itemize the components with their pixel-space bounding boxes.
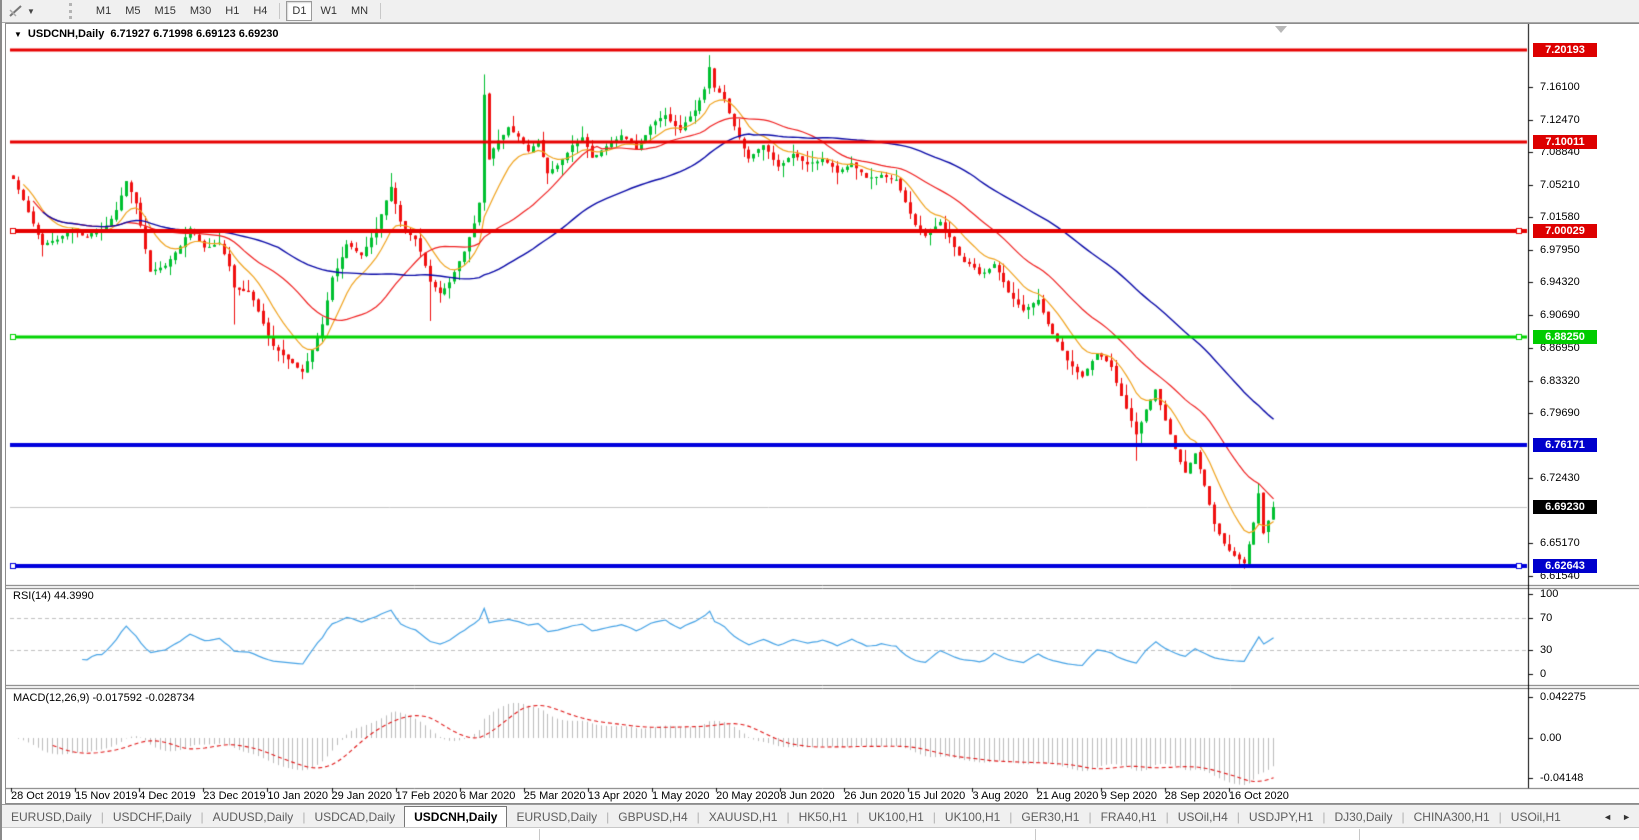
chart-tab-usdcnh-daily[interactable]: USDCNH,Daily: [404, 806, 507, 828]
chart-tab-audusd-daily[interactable]: AUDUSD,Daily: [204, 805, 303, 828]
timeframe-button-mn[interactable]: MN: [345, 1, 374, 21]
macd-label: MACD(12,26,9) -0.017592 -0.028734: [13, 692, 195, 704]
scroll-indicator-icon: [1275, 26, 1287, 33]
price-badge-7-10011: 7.10011: [1533, 135, 1597, 149]
current-price-badge: 6.69230: [1533, 500, 1597, 514]
tab-scroll-left-icon[interactable]: ◄: [1603, 812, 1612, 822]
timeframe-button-m1[interactable]: M1: [90, 1, 117, 21]
chart-symbol: USDCNH,Daily: [28, 28, 104, 40]
chart-tab-usoil-h1[interactable]: USOil,H1: [1502, 805, 1570, 828]
line-studies-icon: [8, 4, 24, 18]
date-axis-label: 8 Jun 2020: [780, 790, 834, 802]
timeframe-button-h4[interactable]: H4: [247, 1, 273, 21]
chart-tab-eurusd-daily[interactable]: EURUSD,Daily: [2, 805, 101, 828]
mt4-window: ▼ M1M5M15M30H1H4 D1W1MN ▼ USDCNH,Daily 6.…: [0, 0, 1639, 840]
status-divider: [1359, 829, 1360, 840]
date-axis-label: 28 Sep 2020: [1165, 790, 1227, 802]
timeframe-buttons: M1M5M15M30H1H4 D1W1MN: [89, 1, 386, 21]
date-axis-label: 16 Oct 2020: [1229, 790, 1289, 802]
chart-tab-eurusd-daily[interactable]: EURUSD,Daily: [507, 805, 606, 828]
status-divider: [539, 829, 540, 840]
chart-tab-ger30-h1[interactable]: GER30,H1: [1012, 805, 1088, 828]
toolbar-grip: [69, 3, 75, 19]
chart-tab-hk50-h1[interactable]: HK50,H1: [790, 805, 857, 828]
timeframe-button-d1[interactable]: D1: [286, 1, 312, 21]
chart-tab-usoil-h4[interactable]: USOil,H4: [1169, 805, 1237, 828]
timeframe-toolbar: ▼ M1M5M15M30H1H4 D1W1MN: [2, 0, 1639, 23]
toolbar-separator: [380, 3, 381, 19]
date-axis-label: 21 Aug 2020: [1037, 790, 1099, 802]
toolbar-separator: [279, 3, 280, 19]
date-axis-label: 15 Nov 2019: [75, 790, 137, 802]
date-axis-label: 28 Oct 2019: [11, 790, 71, 802]
tab-scroll-right-icon[interactable]: ►: [1622, 812, 1631, 822]
macd-axis-tick: -0.04148: [1540, 772, 1583, 784]
price-chart-canvas[interactable]: [6, 24, 1639, 803]
chart-tab-usdcad-daily[interactable]: USDCAD,Daily: [305, 805, 404, 828]
chart-tab-usdjpy-h1[interactable]: USDJPY,H1: [1240, 805, 1322, 828]
date-axis-label: 17 Feb 2020: [396, 790, 458, 802]
date-axis-label: 23 Dec 2019: [203, 790, 265, 802]
status-divider: [1035, 829, 1036, 840]
date-axis-label: 13 Apr 2020: [588, 790, 647, 802]
rsi-axis-tick: 100: [1540, 588, 1558, 600]
timeframe-button-m15[interactable]: M15: [148, 1, 181, 21]
chart-tab-xauusd-h1[interactable]: XAUUSD,H1: [700, 805, 787, 828]
line-studies-button[interactable]: ▼: [2, 0, 41, 22]
date-axis-label: 3 Aug 2020: [973, 790, 1029, 802]
timeframe-button-h1[interactable]: H1: [219, 1, 245, 21]
timeframe-button-m5[interactable]: M5: [119, 1, 146, 21]
price-badge-6-76171: 6.76171: [1533, 438, 1597, 452]
chart-quotes: 6.71927 6.71998 6.69123 6.69230: [110, 28, 278, 40]
date-axis-label: 26 Jun 2020: [844, 790, 905, 802]
date-axis-label: 9 Sep 2020: [1101, 790, 1157, 802]
macd-axis-tick: 0.042275: [1540, 691, 1586, 703]
chart-window: ▼ USDCNH,Daily 6.71927 6.71998 6.69123 6…: [5, 23, 1639, 804]
date-axis-label: 29 Jan 2020: [332, 790, 393, 802]
price-axis-tick: 6.97950: [1540, 244, 1580, 256]
chart-tab-uk100-h1[interactable]: UK100,H1: [936, 805, 1009, 828]
date-axis-label: 25 Mar 2020: [524, 790, 586, 802]
chart-tab-dj30-daily[interactable]: DJ30,Daily: [1325, 805, 1401, 828]
rsi-axis-tick: 0: [1540, 668, 1546, 680]
status-bar: [2, 827, 1639, 840]
price-axis-tick: 6.83320: [1540, 375, 1580, 387]
price-axis-tick: 6.79690: [1540, 407, 1580, 419]
tab-scroll-arrows: ◄►: [1593, 805, 1639, 828]
price-axis-tick: 6.94320: [1540, 276, 1580, 288]
chart-tab-bar: EURUSD,Daily|USDCHF,Daily|AUDUSD,Daily|U…: [2, 804, 1639, 828]
price-axis-tick: 7.16100: [1540, 81, 1580, 93]
chart-tab-fra40-h1[interactable]: FRA40,H1: [1092, 805, 1166, 828]
price-axis-tick: 6.72430: [1540, 472, 1580, 484]
price-axis-tick: 7.05210: [1540, 179, 1580, 191]
symbol-caret-icon[interactable]: ▼: [14, 30, 22, 39]
macd-axis-tick: 0.00: [1540, 732, 1561, 744]
price-axis-tick: 6.86950: [1540, 342, 1580, 354]
date-axis-label: 20 May 2020: [716, 790, 780, 802]
timeframe-button-w1[interactable]: W1: [314, 1, 343, 21]
chevron-down-icon[interactable]: ▼: [27, 7, 35, 16]
date-axis-label: 15 Jul 2020: [908, 790, 965, 802]
rsi-axis-tick: 70: [1540, 612, 1552, 624]
chart-tab-usdchf-daily[interactable]: USDCHF,Daily: [104, 805, 201, 828]
price-badge-6-62643: 6.62643: [1533, 559, 1597, 573]
chart-title: ▼ USDCNH,Daily 6.71927 6.71998 6.69123 6…: [14, 28, 279, 40]
price-axis-tick: 6.65170: [1540, 537, 1580, 549]
date-axis-label: 6 Mar 2020: [460, 790, 516, 802]
price-axis-tick: 6.90690: [1540, 309, 1580, 321]
date-axis-label: 10 Jan 2020: [267, 790, 328, 802]
price-badge-7-00029: 7.00029: [1533, 224, 1597, 238]
price-badge-6-88250: 6.88250: [1533, 330, 1597, 344]
chart-tab-uk100-h1[interactable]: UK100,H1: [859, 805, 932, 828]
rsi-label: RSI(14) 44.3990: [13, 590, 94, 602]
chart-tab-gbpusd-h4[interactable]: GBPUSD,H4: [609, 805, 696, 828]
price-badge-7-20193: 7.20193: [1533, 43, 1597, 57]
date-axis-label: 1 May 2020: [652, 790, 709, 802]
price-axis-tick: 7.01580: [1540, 211, 1580, 223]
date-axis-label: 4 Dec 2019: [139, 790, 195, 802]
price-axis-tick: 7.12470: [1540, 114, 1580, 126]
timeframe-button-m30[interactable]: M30: [184, 1, 217, 21]
chart-tab-china300-h1[interactable]: CHINA300,H1: [1405, 805, 1499, 828]
rsi-axis-tick: 30: [1540, 644, 1552, 656]
